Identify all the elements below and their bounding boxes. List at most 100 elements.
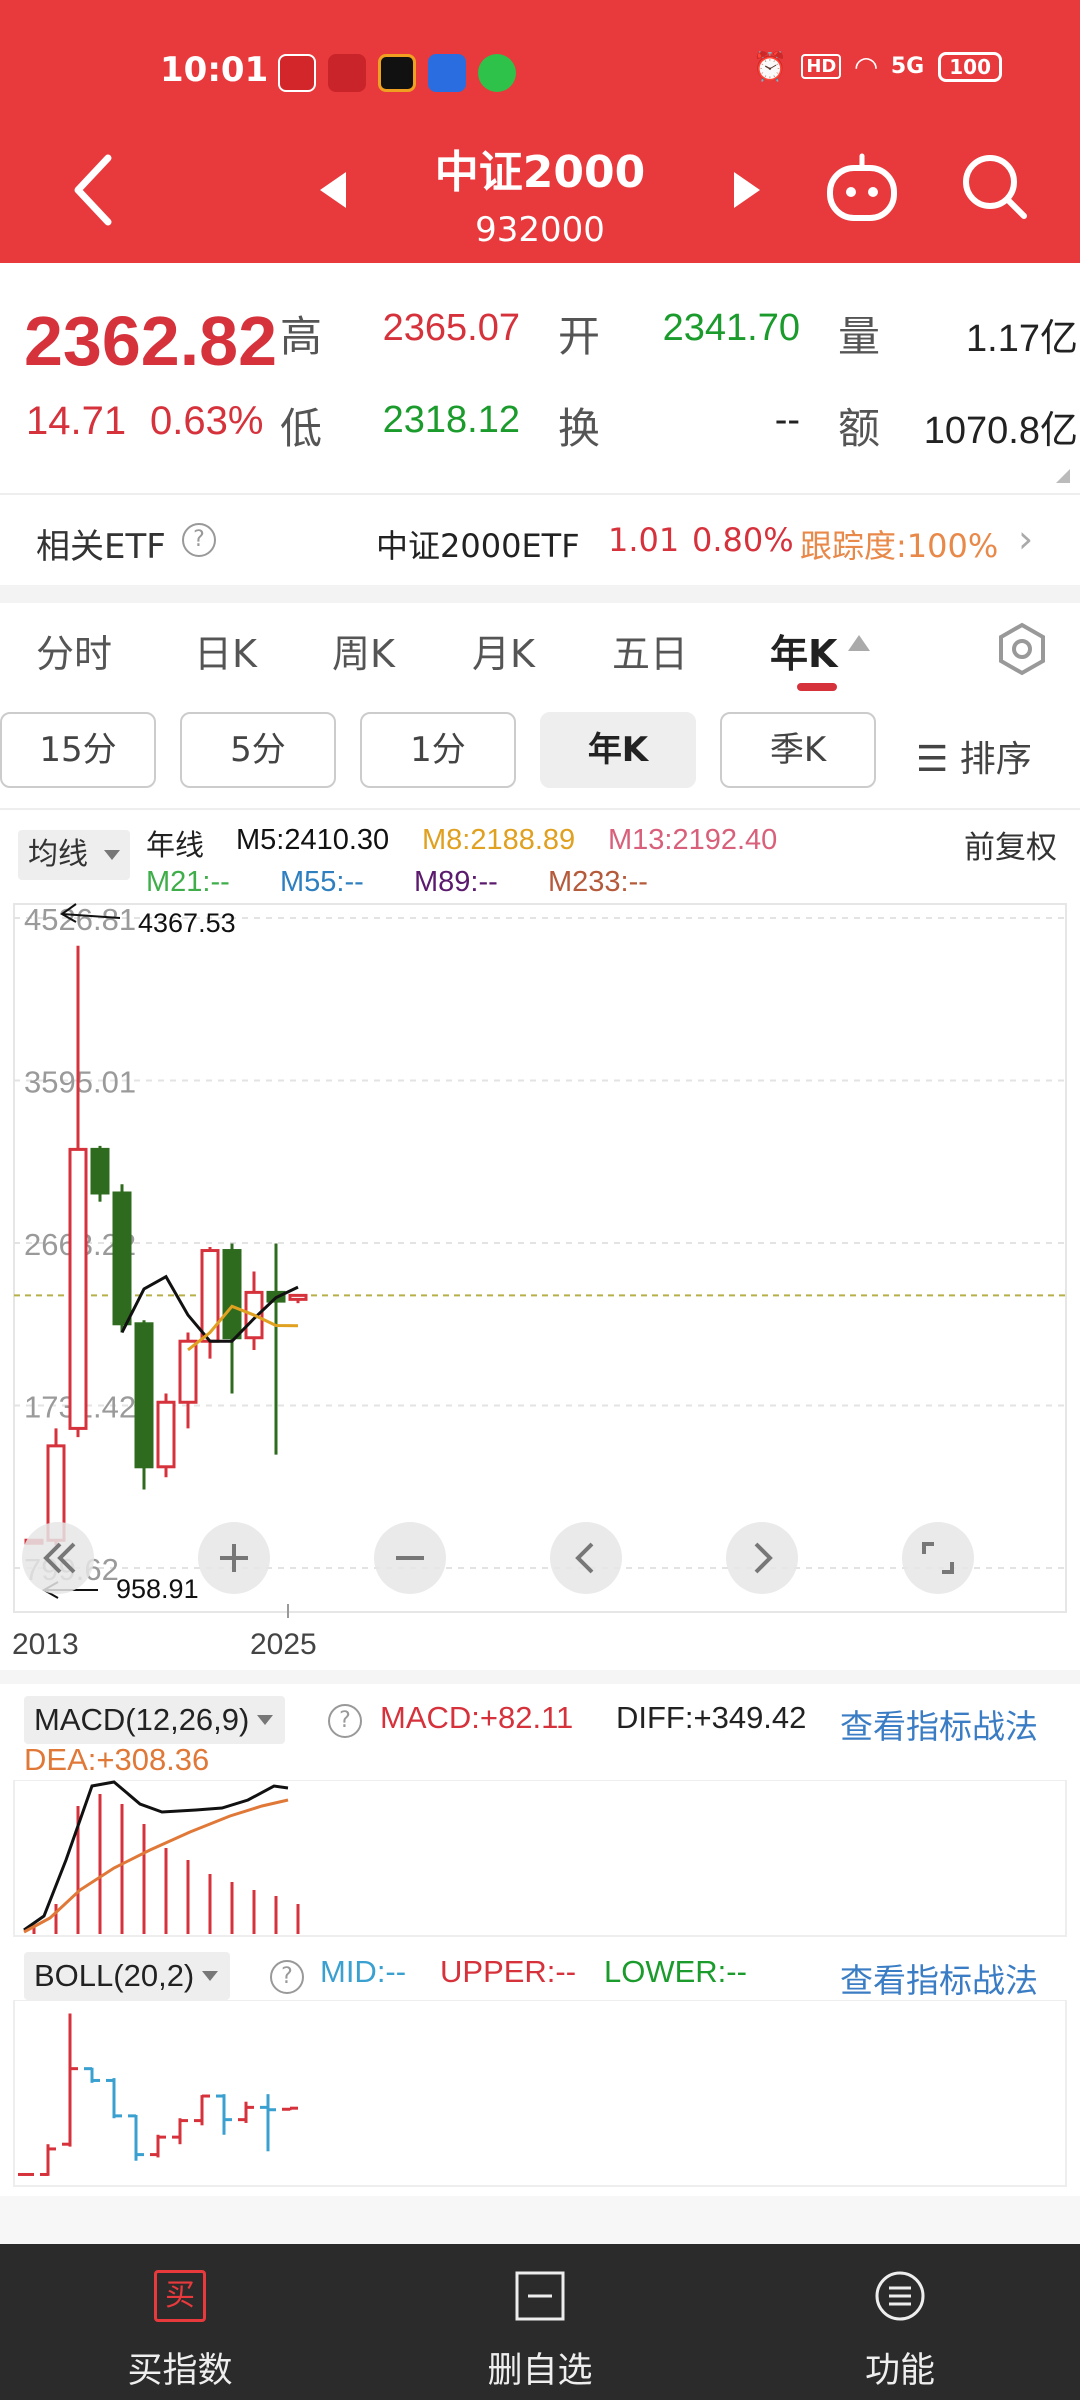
ma-selector[interactable]: 均线 — [18, 830, 130, 880]
max-marker-label: 4367.53 — [138, 908, 236, 938]
sort-button[interactable]: ☰ 排序 — [916, 730, 1032, 782]
zoom-out-button[interactable] — [374, 1522, 446, 1594]
buy-index-button[interactable]: 买 买指数 — [50, 2244, 310, 2400]
buy-icon-label: 买 — [165, 2278, 195, 2313]
price-change: 14.71 — [26, 399, 127, 443]
functions-label: 功能 — [864, 2351, 935, 2391]
robot-icon — [827, 153, 897, 221]
candle-body — [134, 1322, 154, 1469]
chevron-right-icon — [754, 1542, 773, 1574]
zoom-in-button[interactable] — [198, 1522, 270, 1594]
search-button[interactable] — [960, 152, 1030, 222]
macd-tactics-link[interactable]: 查看指标战法 — [840, 1700, 1038, 1748]
period-1min[interactable]: 1分 — [360, 712, 516, 788]
active-tab-indicator — [797, 683, 837, 691]
candle-body — [156, 1400, 176, 1469]
tab-daily-k[interactable]: 日K — [194, 623, 257, 678]
candle-body — [90, 1147, 110, 1195]
wifi-icon: ◠ — [855, 50, 877, 83]
period-15min[interactable]: 15分 — [0, 712, 156, 788]
volume-value: 1.17亿 — [966, 318, 1078, 360]
plus-icon — [220, 1544, 248, 1572]
etf-pct: 0.80% — [692, 521, 794, 559]
back-button[interactable] — [66, 150, 126, 230]
caret-down-icon — [104, 850, 120, 860]
previous-stock-button[interactable] — [312, 168, 352, 212]
help-icon[interactable]: ? — [270, 1960, 304, 1994]
zoom-reset-button[interactable] — [22, 1522, 94, 1594]
functions-button[interactable]: 功能 — [770, 2244, 1030, 2400]
section-gap — [0, 1670, 1080, 1684]
turnover-value: -- — [774, 399, 800, 441]
remove-watchlist-label: 删自选 — [487, 2351, 593, 2391]
turnover-label: 换 — [558, 404, 601, 453]
candle-body — [288, 1293, 308, 1301]
boll-tactics-link[interactable]: 查看指标战法 — [840, 1954, 1038, 2002]
x-axis-end-label: 2025 — [250, 1628, 317, 1661]
current-price: 2362.82 — [24, 302, 278, 380]
tab-yearly-k[interactable]: 年K — [770, 623, 837, 678]
help-icon[interactable]: ? — [328, 1704, 362, 1738]
buy-icon: 买 — [154, 2270, 206, 2322]
help-icon[interactable]: ? — [182, 523, 216, 557]
ma-selector-label: 均线 — [28, 837, 88, 872]
diff-series-line — [23, 1780, 289, 1932]
period-yearly[interactable]: 年K — [540, 712, 696, 788]
double-chevron-left-icon — [43, 1542, 76, 1574]
ma-line-name: 年线 — [146, 828, 205, 862]
macd-selector[interactable]: MACD(12,26,9) — [24, 1696, 286, 1744]
etf-price: 1.01 — [608, 521, 680, 559]
section-gap — [0, 2196, 1080, 2244]
x-axis-start-label: 2013 — [12, 1628, 79, 1661]
next-stock-button[interactable] — [728, 168, 768, 212]
high-label: 高 — [280, 312, 323, 361]
stock-code: 932000 — [475, 210, 605, 250]
candle-body — [112, 1191, 132, 1326]
price-adjust-button[interactable]: 前复权 — [964, 822, 1057, 867]
kline-chart[interactable]: 4526.813595.012663.221731.42799.62 4367.… — [0, 890, 1080, 1630]
status-bar: 10:01 ⏰ HD ◠ 5G 100 — [0, 40, 1080, 100]
tab-intraday[interactable]: 分时 — [36, 623, 112, 678]
chevron-left-icon — [74, 154, 112, 226]
tab-weekly-k[interactable]: 周K — [332, 623, 395, 678]
caret-up-icon — [848, 635, 870, 651]
scroll-right-button[interactable] — [726, 1522, 798, 1594]
remove-watchlist-button[interactable]: 删自选 — [410, 2244, 670, 2400]
candle-body — [68, 1147, 88, 1430]
y-axis-label: 3595.01 — [24, 1065, 136, 1100]
chart-grid — [14, 917, 1066, 1569]
scroll-left-button[interactable] — [550, 1522, 622, 1594]
chart-settings-button[interactable] — [994, 621, 1050, 677]
period-buttons: 15分 5分 1分 年K 季K ☰ 排序 — [0, 710, 1080, 794]
system-icons: ⏰ HD ◠ 5G 100 — [752, 50, 1002, 83]
ma-m5: M5:2410.30 — [236, 824, 390, 856]
minus-icon — [396, 1556, 424, 1560]
fullscreen-button[interactable] — [902, 1522, 974, 1594]
tab-five-day[interactable]: 五日 — [612, 623, 688, 678]
price-change-pct: 0.63% — [150, 399, 264, 443]
period-quarterly[interactable]: 季K — [720, 712, 876, 788]
macd-value: MACD:+82.11 — [380, 1700, 574, 1735]
macd-bars — [32, 1794, 300, 1934]
assistant-button[interactable] — [824, 150, 900, 226]
shield-notification-icon — [428, 54, 466, 92]
etf-tracking: 跟踪度:100% — [800, 527, 999, 565]
period-5min[interactable]: 5分 — [180, 712, 336, 788]
search-icon — [963, 155, 1027, 219]
diff-value: DIFF:+349.42 — [616, 1700, 807, 1735]
boll-mid: MID:-- — [320, 1954, 407, 1989]
ma-m8: M8:2188.89 — [422, 824, 576, 856]
related-etf-row[interactable]: 相关ETF ? 中证2000ETF 1.01 0.80% 跟踪度:100% › — [0, 493, 1080, 585]
app-notification-icon — [278, 54, 316, 92]
expand-corner-icon[interactable] — [1056, 469, 1070, 483]
title-block: 中证2000 932000 — [380, 136, 700, 250]
boll-selector-label: BOLL(20,2) — [34, 1958, 195, 1993]
boll-ohlc-bars — [18, 2013, 298, 2176]
tab-monthly-k[interactable]: 月K — [472, 623, 535, 678]
boll-selector[interactable]: BOLL(20,2) — [24, 1952, 231, 2000]
app-notification-icon — [378, 54, 416, 92]
high-value: 2365.07 — [382, 307, 520, 349]
notification-icons — [278, 54, 516, 92]
remove-watchlist-icon — [515, 2271, 565, 2321]
ma-m13: M13:2192.40 — [608, 824, 778, 856]
